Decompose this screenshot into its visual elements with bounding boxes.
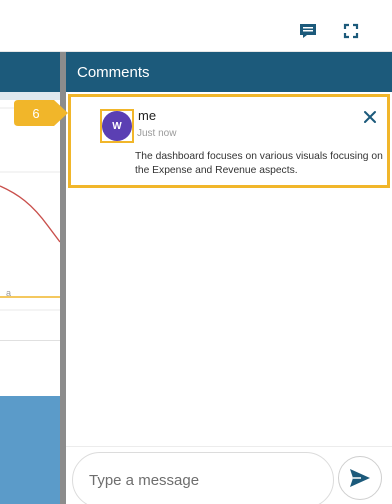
comments-panel: Comments W me Just now The dashboard foc… <box>66 52 392 504</box>
comment-author: me <box>138 108 157 123</box>
close-icon[interactable] <box>363 110 377 124</box>
line-chart-panel <box>0 100 60 340</box>
comment-text: The dashboard focuses on various visuals… <box>135 151 383 176</box>
send-icon <box>350 469 370 487</box>
comment-icon[interactable] <box>299 23 317 39</box>
step-number: 6 <box>32 105 40 121</box>
dashboard-header <box>0 52 60 92</box>
line-chart <box>0 107 60 311</box>
dashboard-strip <box>0 92 60 100</box>
comment-timestamp: Just now <box>137 128 177 139</box>
divider-line <box>0 340 60 341</box>
avatar: W <box>102 111 132 141</box>
send-button[interactable] <box>338 456 382 500</box>
step-badge: 6 <box>14 100 68 126</box>
composer-divider <box>66 446 392 447</box>
top-toolbar <box>0 0 392 52</box>
comments-header: Comments <box>66 52 392 92</box>
revenue-line <box>0 185 60 243</box>
bar-chart-panel <box>0 396 60 504</box>
expand-icon[interactable] <box>343 23 361 39</box>
message-input[interactable] <box>72 452 334 504</box>
axis-label-fragment: a <box>6 288 12 298</box>
comment-item: W me Just now The dashboard focuses on v… <box>68 94 390 188</box>
comments-title: Comments <box>77 64 150 81</box>
